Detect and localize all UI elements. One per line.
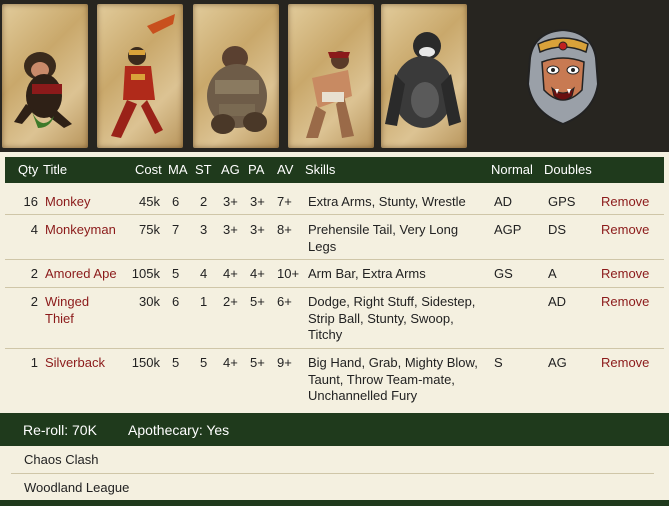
- monkey-portrait: [2, 4, 88, 148]
- row-title-link[interactable]: Amored Ape: [45, 266, 135, 283]
- league-item: Chaos Clash: [11, 446, 654, 474]
- remove-button[interactable]: Remove: [601, 355, 649, 372]
- row-normal: GS: [494, 266, 513, 281]
- row-normal: AGP: [494, 222, 522, 237]
- row-av: 9+: [277, 355, 292, 370]
- row-ma: 5: [172, 266, 180, 281]
- row-ma: 6: [172, 194, 180, 209]
- header-normal: Normal: [491, 162, 533, 177]
- reroll-value: Re-roll: 70K: [23, 422, 97, 438]
- row-normal: AD: [494, 194, 513, 209]
- row-title-link[interactable]: Winged Thief: [45, 294, 107, 327]
- row-doubles: AD: [548, 294, 567, 309]
- row-qty: 1: [30, 355, 38, 370]
- table-row: 2 Winged Thief 30k 6 1 2+ 5+ 6+ Dodge, R…: [5, 288, 664, 349]
- league-name: Woodland League: [24, 480, 130, 495]
- row-st: 4: [200, 266, 208, 281]
- row-pa: 4+: [250, 266, 265, 281]
- row-av: 7+: [277, 194, 292, 209]
- header-pa: PA: [248, 162, 265, 177]
- row-qty: 2: [30, 266, 38, 281]
- row-pa: 5+: [250, 355, 265, 370]
- bottom-bar: [0, 500, 669, 506]
- row-qty: 2: [30, 294, 38, 309]
- apothecary-value: Apothecary: Yes: [128, 422, 230, 438]
- row-av: 10+: [277, 266, 300, 281]
- row-qty: 4: [30, 222, 38, 237]
- team-summary-bar: Re-roll: 70K Apothecary: Yes: [0, 413, 669, 446]
- silverback-portrait: [381, 4, 467, 148]
- row-av: 8+: [277, 222, 292, 237]
- header-ma: MA: [168, 162, 188, 177]
- monkey-king-logo: [524, 14, 602, 138]
- row-doubles: DS: [548, 222, 567, 237]
- header-cost: Cost: [135, 162, 162, 177]
- row-cost: 105k: [131, 266, 160, 281]
- table-row: 16 Monkey 45k 6 2 3+ 3+ 7+ Extra Arms, S…: [5, 186, 664, 215]
- row-ma: 5: [172, 355, 180, 370]
- header-title: Title: [43, 162, 68, 177]
- table-row: 4 Monkeyman 75k 7 3 3+ 3+ 8+ Prehensile …: [5, 215, 664, 260]
- roster-table-header: Qty Title Cost MA ST AG PA AV Skills Nor…: [5, 157, 664, 183]
- remove-button[interactable]: Remove: [601, 294, 649, 311]
- row-skills: Dodge, Right Stuff, Sidestep, Strip Ball…: [308, 294, 476, 342]
- remove-button[interactable]: Remove: [601, 266, 649, 283]
- header-st: ST: [195, 162, 212, 177]
- row-pa: 3+: [250, 194, 265, 209]
- row-ma: 6: [172, 294, 180, 309]
- row-qty: 16: [23, 194, 38, 209]
- row-ag: 2+: [223, 294, 238, 309]
- row-ag: 4+: [223, 355, 238, 370]
- row-ag: 3+: [223, 194, 238, 209]
- header-av: AV: [277, 162, 294, 177]
- row-ag: 4+: [223, 266, 238, 281]
- row-st: 2: [200, 194, 208, 209]
- row-av: 6+: [277, 294, 292, 309]
- row-ma: 7: [172, 222, 180, 237]
- row-cost: 75k: [139, 222, 160, 237]
- header-skills: Skills: [305, 162, 336, 177]
- row-doubles: AG: [548, 355, 567, 370]
- row-title-link[interactable]: Monkey: [45, 194, 115, 211]
- row-st: 5: [200, 355, 208, 370]
- header-doubles: Doubles: [544, 162, 592, 177]
- league-name: Chaos Clash: [24, 452, 99, 467]
- league-item: Woodland League: [11, 474, 654, 502]
- row-pa: 3+: [250, 222, 265, 237]
- row-st: 3: [200, 222, 208, 237]
- row-cost: 150k: [131, 355, 160, 370]
- monkeyman-portrait: [97, 4, 183, 148]
- row-pa: 5+: [250, 294, 265, 309]
- team-banner: [0, 0, 669, 152]
- row-doubles: A: [548, 266, 557, 281]
- row-cost: 30k: [139, 294, 160, 309]
- row-title-link[interactable]: Silverback: [45, 355, 135, 372]
- row-skills: Prehensile Tail, Very Long Legs: [308, 222, 459, 254]
- winged-thief-portrait: [288, 4, 374, 148]
- table-row: 2 Amored Ape 105k 5 4 4+ 4+ 10+ Arm Bar,…: [5, 260, 664, 288]
- header-qty: Qty: [18, 162, 39, 177]
- row-cost: 45k: [139, 194, 160, 209]
- row-st: 1: [200, 294, 208, 309]
- row-title-link[interactable]: Monkeyman: [45, 222, 135, 239]
- header-ag: AG: [221, 162, 240, 177]
- row-skills: Big Hand, Grab, Mighty Blow, Taunt, Thro…: [308, 355, 478, 403]
- table-row: 1 Silverback 150k 5 5 4+ 5+ 9+ Big Hand,…: [5, 349, 664, 409]
- row-skills: Arm Bar, Extra Arms: [308, 266, 426, 281]
- row-skills: Extra Arms, Stunty, Wrestle: [308, 194, 466, 209]
- remove-button[interactable]: Remove: [601, 194, 649, 211]
- row-doubles: GPS: [548, 194, 576, 209]
- row-normal: S: [494, 355, 503, 370]
- remove-button[interactable]: Remove: [601, 222, 649, 239]
- row-ag: 3+: [223, 222, 238, 237]
- amored-ape-portrait: [193, 4, 279, 148]
